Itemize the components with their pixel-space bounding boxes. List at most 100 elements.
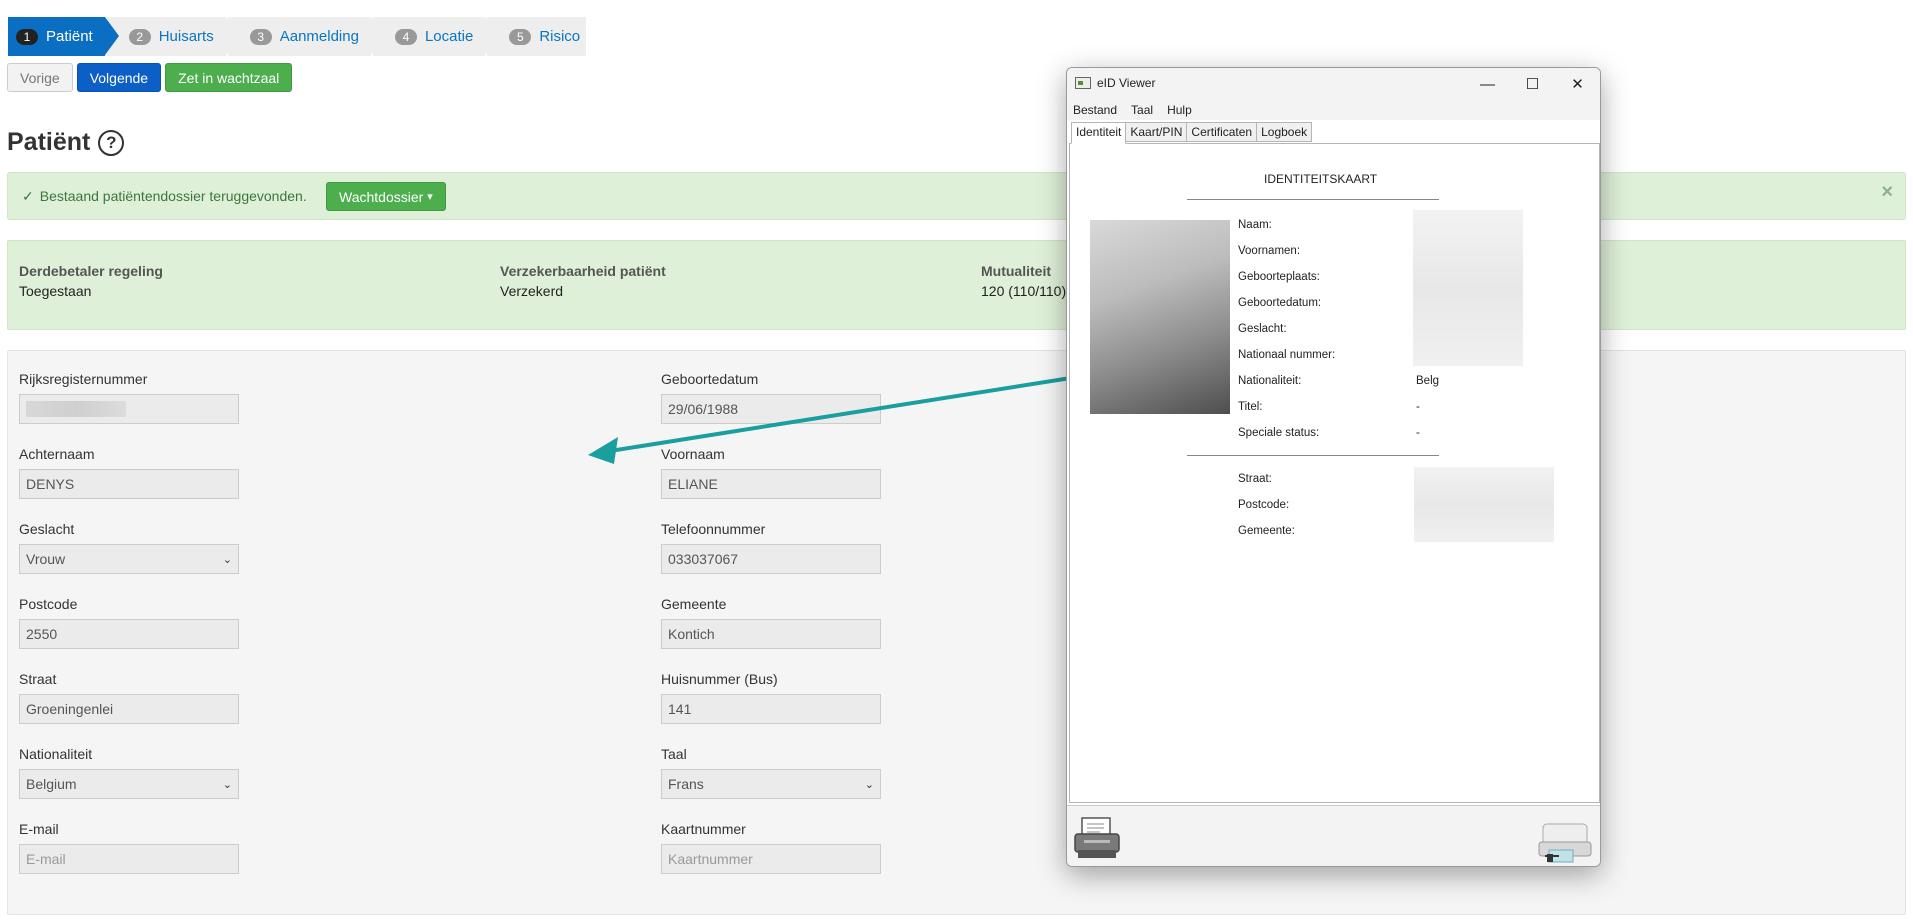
- help-icon[interactable]: ?: [98, 129, 125, 156]
- separator: [1187, 199, 1439, 200]
- rijksregister-input[interactable]: [19, 394, 239, 424]
- street-input[interactable]: Groeningenlei: [19, 694, 239, 724]
- field-value: 29/06/1988: [668, 401, 739, 417]
- step-label: Aanmelding: [279, 28, 359, 45]
- insurance-info-panel: Derdebetaler regeling Toegestaan Verzeke…: [7, 240, 1906, 330]
- tab-kaart-pin[interactable]: Kaart/PIN: [1125, 122, 1188, 142]
- field-value: 141: [668, 701, 692, 717]
- alert-message: ✓ Bestaand patiëntendossier teruggevonde…: [22, 188, 307, 205]
- field-label: Taal: [661, 746, 687, 762]
- field-label: Huisnummer (Bus): [661, 671, 778, 687]
- eid-label-voornamen: Voornamen:: [1238, 245, 1301, 257]
- next-button[interactable]: Volgende: [76, 63, 162, 92]
- step-label: Locatie: [424, 28, 474, 45]
- tab-identiteit[interactable]: Identiteit: [1071, 122, 1127, 144]
- email-input[interactable]: E-mail: [19, 844, 239, 874]
- window-title: eID Viewer: [1097, 76, 1156, 90]
- identity-tab-content: IDENTITEITSKAART Naam: Voornamen: Geboor…: [1069, 143, 1600, 803]
- step-number: 1: [16, 28, 38, 45]
- print-icon[interactable]: [1072, 816, 1122, 862]
- menu-bestand[interactable]: Bestand: [1073, 100, 1123, 120]
- cardnumber-input[interactable]: Kaartnummer: [661, 844, 881, 874]
- menu-taal[interactable]: Taal: [1131, 100, 1159, 120]
- step-label: Patiënt: [46, 28, 93, 45]
- field-label: Voornaam: [661, 446, 725, 462]
- waitroom-button[interactable]: Zet in wachtzaal: [165, 63, 293, 92]
- straat-group: Straat Groeningenlei: [19, 671, 239, 724]
- eid-label-gemeente: Gemeente:: [1238, 525, 1295, 537]
- nationality-select[interactable]: Belgium ⌄: [19, 769, 239, 799]
- step-aanmelding[interactable]: 3 Aanmelding: [227, 17, 386, 56]
- field-label: Kaartnummer: [661, 821, 746, 837]
- geslacht-group: Geslacht Vrouw ⌄: [19, 521, 239, 574]
- step-number: 4: [394, 28, 417, 45]
- postcode-group: Postcode 2550: [19, 596, 239, 649]
- achternaam-group: Achternaam DENYS: [19, 446, 239, 499]
- postcode-input[interactable]: 2550: [19, 619, 239, 649]
- lastname-input[interactable]: DENYS: [19, 469, 239, 499]
- taal-group: Taal Frans ⌄: [661, 746, 881, 799]
- info-label: Mutualiteit: [981, 263, 1051, 279]
- field-value: Frans: [668, 776, 704, 792]
- info-value: Toegestaan: [19, 283, 92, 299]
- field-value: 033037067: [668, 551, 739, 567]
- field-placeholder: E-mail: [26, 851, 66, 867]
- field-label: Gemeente: [661, 596, 727, 612]
- field-label: Rijksregisternummer: [19, 371, 148, 387]
- close-icon[interactable]: ×: [1881, 181, 1893, 204]
- page-title: Patiënt ?: [7, 128, 125, 157]
- wizard-buttons: Vorige Volgende Zet in wachtzaal: [7, 63, 293, 92]
- maximize-icon[interactable]: ☐: [1510, 68, 1555, 100]
- field-label: Geslacht: [19, 521, 75, 537]
- step-locatie[interactable]: 4 Locatie: [372, 17, 500, 56]
- birthdate-input[interactable]: 29/06/1988: [661, 394, 881, 424]
- field-label: Nationaliteit: [19, 746, 93, 762]
- step-label: Risico: [539, 28, 581, 45]
- telefoon-group: Telefoonnummer 033037067: [661, 521, 881, 574]
- redacted-identity: [1413, 210, 1523, 366]
- geboortedatum-group: Geboortedatum 29/06/1988: [661, 371, 881, 424]
- step-risico[interactable]: 5 Risico: [487, 17, 587, 56]
- gender-select[interactable]: Vrouw ⌄: [19, 544, 239, 574]
- step-label: Huisarts: [158, 28, 214, 45]
- patient-form: Rijksregisternummer Geboortedatum 29/06/…: [7, 350, 1906, 915]
- step-number: 2: [128, 28, 151, 45]
- huisnummer-group: Huisnummer (Bus) 141: [661, 671, 881, 724]
- firstname-input[interactable]: ELIANE: [661, 469, 881, 499]
- step-huisarts[interactable]: 2 Huisarts: [106, 17, 240, 56]
- info-label: Verzekerbaarheid patiënt: [500, 263, 666, 279]
- field-label: Geboortedatum: [661, 371, 759, 387]
- mutuality: Mutualiteit 120 (110/110): [981, 263, 1066, 299]
- card-reader-icon[interactable]: [1537, 818, 1592, 864]
- gemeente-group: Gemeente Kontich: [661, 596, 881, 649]
- housenumber-input[interactable]: 141: [661, 694, 881, 724]
- field-value: ELIANE: [668, 476, 718, 492]
- eid-value-nationaliteit: Belg: [1416, 375, 1440, 387]
- eid-label-naam: Naam:: [1238, 219, 1272, 231]
- step-patient[interactable]: 1 Patiënt: [8, 17, 119, 56]
- eid-value-titel: -: [1416, 401, 1420, 413]
- eid-label-postcode: Postcode:: [1238, 499, 1290, 511]
- menu-hulp[interactable]: Hulp: [1167, 100, 1198, 120]
- city-input[interactable]: Kontich: [661, 619, 881, 649]
- previous-button[interactable]: Vorige: [7, 63, 73, 92]
- wachtdossier-dropdown-button[interactable]: Wachtdossier ▾: [326, 182, 446, 211]
- tab-logboek[interactable]: Logboek: [1256, 122, 1313, 142]
- minimize-icon[interactable]: —: [1465, 68, 1510, 100]
- nationaliteit-group: Nationaliteit Belgium ⌄: [19, 746, 239, 799]
- phone-input[interactable]: 033037067: [661, 544, 881, 574]
- field-label: Achternaam: [19, 446, 95, 462]
- insurability: Verzekerbaarheid patiënt Verzekerd: [500, 263, 666, 299]
- chevron-down-icon: ⌄: [222, 778, 232, 791]
- tab-certificaten[interactable]: Certificaten: [1186, 122, 1258, 142]
- field-value: DENYS: [26, 476, 75, 492]
- eid-label-straat: Straat:: [1238, 473, 1272, 485]
- field-value: Belgium: [26, 776, 77, 792]
- language-select[interactable]: Frans ⌄: [661, 769, 881, 799]
- success-alert: ✓ Bestaand patiëntendossier teruggevonde…: [7, 172, 1906, 220]
- eid-value-speciale-status: -: [1416, 427, 1420, 439]
- kaartnummer-group: Kaartnummer Kaartnummer: [661, 821, 881, 874]
- window-close-icon[interactable]: ✕: [1555, 68, 1600, 100]
- check-icon: ✓: [22, 188, 34, 204]
- page-title-text: Patiënt: [7, 128, 91, 156]
